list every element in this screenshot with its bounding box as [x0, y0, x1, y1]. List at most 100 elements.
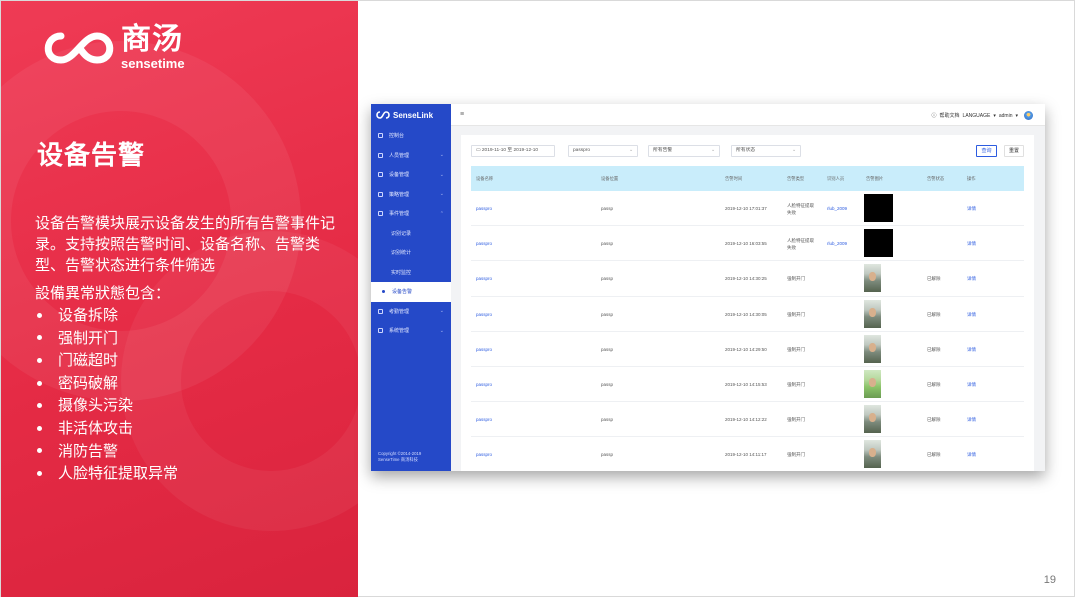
caret-down-icon: ▾ [993, 112, 996, 119]
sidebar-item-label: 系统管理 [389, 328, 410, 335]
bullet-dot-icon [37, 312, 42, 318]
bullet-item: 人脸特征提取异常 [35, 462, 178, 485]
device-name-link[interactable]: passpro [476, 452, 492, 457]
alarm-photo-thumbnail[interactable] [864, 334, 881, 363]
bullet-dot-icon [37, 357, 42, 363]
chevron-down-icon: ⌄ [439, 308, 444, 315]
details-link[interactable]: 详情 [967, 312, 976, 318]
recognized-person-link[interactable]: rlub_2009 [827, 241, 847, 246]
alarm-time: 2019-12-10 16:03:55 [725, 241, 767, 247]
column-header: 告警图片 [866, 176, 884, 181]
details-link[interactable]: 详情 [967, 206, 976, 212]
table-row: passpro passp 2019-12-10 14:11:17 已解除 详情 强制开门 [471, 437, 1024, 471]
details-link[interactable]: 详情 [967, 276, 976, 282]
system-icon [378, 328, 383, 334]
alarm-photo-thumbnail[interactable] [864, 440, 881, 469]
device-name-link[interactable]: passpro [476, 382, 492, 387]
alarm-photo-thumbnail[interactable] [864, 405, 881, 434]
recognized-person-link[interactable]: rlub_2009 [827, 206, 847, 211]
alarm-photo-thumbnail[interactable] [864, 264, 881, 293]
sidebar-item-events[interactable]: 事件管理 ⌃ [371, 204, 451, 224]
device-name-link[interactable]: passpro [476, 276, 492, 281]
table-row: passpro passp 2019-12-10 17:01:37 rlub_2009… [471, 191, 1024, 227]
device-name-link[interactable]: passpro [476, 417, 492, 422]
bullet-item: 门磁超时 [35, 349, 178, 372]
alarm-type-line: 失败 [787, 245, 796, 251]
sidebar-item-recognition-stats[interactable]: 识别统计 [371, 243, 451, 263]
column-header: 识别人员 [827, 176, 845, 181]
sidebar-item-people[interactable]: 人员管理 ⌄ [371, 146, 451, 166]
bullet-dot-icon [37, 335, 42, 341]
column-header: 告警时间 [725, 176, 743, 181]
column-header: 设备名称 [476, 176, 494, 181]
help-link[interactable]: 帮助文档 [940, 112, 960, 119]
sidebar-brand[interactable]: SenseLink [371, 104, 451, 126]
details-link[interactable]: 详情 [967, 382, 976, 388]
main-content: ▭ 2019-11-10 至 2019-12-10 passpro ⌄ 所有告警 ⌄… [461, 135, 1034, 471]
device-location: passp [601, 346, 614, 352]
alarm-photo-thumbnail[interactable] [864, 194, 893, 222]
sidebar-item-system[interactable]: 系统管理 ⌄ [371, 321, 451, 341]
events-icon [378, 211, 383, 217]
details-link[interactable]: 详情 [967, 241, 976, 247]
alarm-time: 2019-12-10 14:15:53 [725, 381, 767, 387]
details-link[interactable]: 详情 [967, 417, 976, 423]
chevron-down-icon: ⌄ [710, 148, 715, 153]
senselink-app-window: SenseLink 控制台 人员管理 ⌄ 设备管理 ⌄ 策略管理 ⌄ 事件管理 ⌃ 识别… [371, 104, 1045, 471]
query-button[interactable]: 查询 [976, 145, 997, 157]
device-name-link[interactable]: passpro [476, 206, 492, 211]
language-select[interactable]: LANGUAGE [963, 113, 991, 119]
page-number: 19 [1043, 574, 1056, 586]
menu-toggle-icon[interactable]: ≡ [460, 111, 467, 118]
bullet-text: 门磁超时 [58, 351, 119, 370]
device-name-link[interactable]: passpro [476, 347, 492, 352]
table-row: passpro passp 2019-12-10 14:30:25 已解除 详情 强制开门 [471, 261, 1024, 297]
alarm-type: 强制开门 [787, 347, 805, 353]
table-body: passpro passp 2019-12-10 17:01:37 rlub_2009… [471, 191, 1024, 471]
slide-subhead: 設備異常狀態包含： [35, 284, 171, 302]
chevron-down-icon: ⌄ [439, 327, 444, 334]
device-location: passp [601, 206, 614, 211]
chevron-down-icon: ⌄ [439, 191, 444, 198]
alarm-status: 已解除 [927, 417, 941, 423]
alarm-type: 强制开门 [787, 276, 805, 282]
alarm-type-select[interactable]: 所有告警 ⌄ [648, 145, 720, 157]
table-row: passpro passp 2019-12-10 14:15:53 已解除 详情 强制开门 [471, 367, 1024, 403]
reset-button[interactable]: 重置 [1004, 145, 1024, 157]
help-icon[interactable]: ⓘ [932, 112, 937, 119]
sidebar-item-policy[interactable]: 策略管理 ⌄ [371, 185, 451, 205]
alarm-status: 已解除 [927, 381, 941, 387]
logo-cn-text: 商汤 [121, 22, 183, 57]
user-menu[interactable]: admin [999, 113, 1013, 119]
sidebar-item-dashboard[interactable]: 控制台 [371, 126, 451, 146]
alarm-photo-thumbnail[interactable] [864, 299, 881, 328]
device-location: passp [601, 417, 614, 423]
dashboard-icon [378, 133, 383, 139]
chevron-down-icon: ⌄ [791, 148, 796, 153]
device-icon [378, 172, 383, 178]
device-select[interactable]: passpro ⌄ [568, 145, 638, 157]
sidebar-item-live-monitor[interactable]: 实时监控 [371, 263, 451, 283]
sidebar-item-attendance[interactable]: 考勤管理 ⌄ [371, 302, 451, 322]
device-name-link[interactable]: passpro [476, 241, 492, 246]
sidebar-item-device-alarm[interactable]: 设备告警 [371, 282, 451, 302]
alarm-status-select[interactable]: 所有状态 ⌄ [731, 145, 801, 157]
sidebar-item-label: 控制台 [389, 133, 405, 140]
bullet-text: 设备拆除 [58, 306, 119, 324]
chevron-down-icon: ⌄ [439, 171, 444, 178]
copyright: Copyright ©2014-2019 SenseTime 商汤科技 [378, 451, 421, 463]
alarm-photo-thumbnail[interactable] [864, 369, 881, 398]
sidebar-item-recognition-records[interactable]: 识别记录 [371, 224, 451, 244]
sidebar-item-devices[interactable]: 设备管理 ⌄ [371, 165, 451, 185]
avatar[interactable] [1024, 111, 1033, 120]
details-link[interactable]: 详情 [967, 452, 976, 458]
details-link[interactable]: 详情 [967, 347, 976, 353]
date-range-picker[interactable]: ▭ 2019-11-10 至 2019-12-10 [471, 145, 555, 157]
device-name-link[interactable]: passpro [476, 312, 492, 317]
table-row: passpro passp 2019-12-10 14:30:05 已解除 详情 强制开门 [471, 297, 1024, 332]
alarm-photo-thumbnail[interactable] [864, 229, 893, 258]
sensetime-logo: 商汤 sensetime [41, 25, 185, 70]
sidebar-item-label: 设备管理 [389, 172, 410, 179]
bullet-dot-icon [37, 380, 42, 386]
table-row: passpro passp 2019-12-10 14:29:50 已解除 详情 强制开门 [471, 332, 1024, 367]
